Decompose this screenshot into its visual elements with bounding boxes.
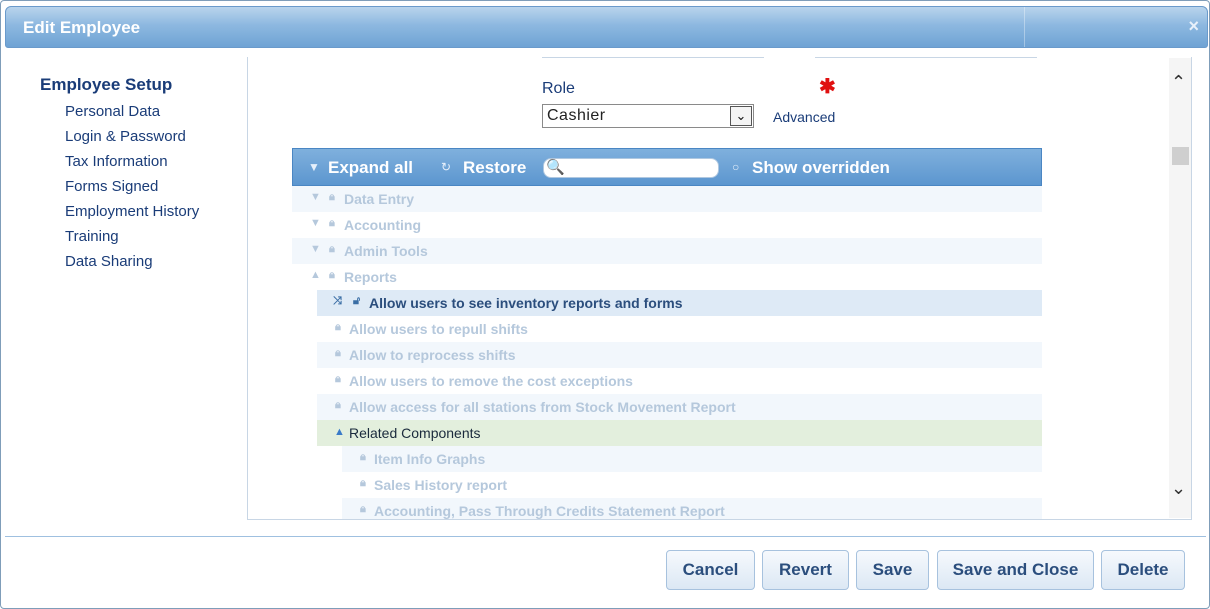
lock-icon: 🔒︎ <box>335 347 341 359</box>
tree-row-accounting-pass-through[interactable]: 🔒︎ Accounting, Pass Through Credits Stat… <box>342 498 1042 519</box>
radio-icon[interactable]: ○ <box>732 160 739 174</box>
tree-row-label: Allow access for all stations from Stock… <box>349 399 736 415</box>
nav-item-forms-signed[interactable]: Forms Signed <box>65 178 158 195</box>
scroll-up-chevron-icon[interactable]: ⌃ <box>1171 72 1186 93</box>
save-and-close-button[interactable]: Save and Close <box>937 550 1094 590</box>
scrollbar-thumb[interactable] <box>1172 147 1189 165</box>
shuffle-icon: ⤨ <box>333 295 342 307</box>
lock-icon: 🔒︎ <box>329 243 335 255</box>
restore-button[interactable]: Restore <box>463 158 526 178</box>
close-icon[interactable]: × <box>1188 16 1199 37</box>
tree-row-accounting[interactable]: ▼ 🔒︎ Accounting <box>292 212 1042 238</box>
permissions-tree: ▼ 🔒︎ Data Entry ▼ 🔒︎ Accounting ▼ 🔒︎ Adm… <box>292 186 1042 519</box>
dialog-title: Edit Employee <box>23 18 141 37</box>
revert-button[interactable]: Revert <box>762 550 849 590</box>
tree-row-item-info-graphs[interactable]: 🔒︎ Item Info Graphs <box>342 446 1042 472</box>
vertical-scrollbar[interactable]: ⌃ ⌄ <box>1169 58 1191 518</box>
nav-item-training[interactable]: Training <box>65 228 119 245</box>
tree-row-reprocess-shifts[interactable]: 🔒︎ Allow to reprocess shifts <box>317 342 1042 368</box>
field-underline <box>815 57 1037 58</box>
cancel-button[interactable]: Cancel <box>666 550 755 590</box>
role-select[interactable]: Cashier ⌄ <box>542 104 754 128</box>
lock-icon: 🔒︎ <box>329 217 335 229</box>
nav-item-personal-data[interactable]: Personal Data <box>65 103 160 120</box>
title-separator <box>1024 7 1025 47</box>
lock-icon: 🔒︎ <box>329 191 335 203</box>
save-button[interactable]: Save <box>856 550 929 590</box>
restore-icon: ↻ <box>441 160 452 174</box>
tree-row-repull-shifts[interactable]: 🔒︎ Allow users to repull shifts <box>317 316 1042 342</box>
tree-row-label: Data Entry <box>344 191 415 207</box>
nav-title: Employee Setup <box>40 75 173 94</box>
role-select-value: Cashier <box>547 107 606 124</box>
show-overridden-toggle[interactable]: Show overridden <box>752 158 890 178</box>
expand-triangle-icon[interactable]: ▼ <box>310 191 321 203</box>
tree-row-label: Item Info Graphs <box>374 451 486 467</box>
lock-icon: 🔒︎ <box>335 321 341 333</box>
collapse-triangle-icon[interactable]: ▲ <box>334 426 345 438</box>
field-underline <box>542 57 764 58</box>
lock-icon: 🔒︎ <box>360 451 366 463</box>
chevron-down-icon[interactable]: ⌄ <box>730 106 752 126</box>
lock-icon: 🔒︎ <box>360 503 366 515</box>
unlock-icon: 🔓︎ <box>353 295 361 307</box>
content-panel: Role ✱ Cashier ⌄ Advanced ▼ Expand all ↻… <box>247 57 1192 520</box>
nav-item-employment-history[interactable]: Employment History <box>65 203 199 220</box>
permissions-toolbar: ▼ Expand all ↻ Restore 🔍 ○ Show overridd… <box>292 148 1042 186</box>
edit-employee-dialog: Edit Employee × Employee Setup Personal … <box>0 0 1210 609</box>
nav-item-tax-information[interactable]: Tax Information <box>65 153 168 170</box>
role-label: Role <box>542 80 575 97</box>
tree-row-label: Accounting, Pass Through Credits Stateme… <box>374 503 725 519</box>
title-bar: Edit Employee × <box>5 6 1208 48</box>
tree-row-related-components[interactable]: ▲ Related Components <box>317 420 1042 446</box>
footer-divider <box>5 536 1206 537</box>
delete-button[interactable]: Delete <box>1101 550 1185 590</box>
tree-row-admin-tools[interactable]: ▼ 🔒︎ Admin Tools <box>292 238 1042 264</box>
tree-row-label: Reports <box>344 269 397 285</box>
tree-row-label: Related Components <box>349 425 481 441</box>
tree-row-label: Allow users to repull shifts <box>349 321 528 337</box>
lock-icon: 🔒︎ <box>329 269 335 281</box>
tree-row-reports[interactable]: ▲ 🔒︎ Reports <box>292 264 1042 290</box>
nav-item-data-sharing[interactable]: Data Sharing <box>65 253 153 270</box>
expand-triangle-icon[interactable]: ▼ <box>310 217 321 229</box>
lock-icon: 🔒︎ <box>360 477 366 489</box>
tree-row-label: Allow to reprocess shifts <box>349 347 516 363</box>
tree-row-label: Admin Tools <box>344 243 428 259</box>
lock-icon: 🔒︎ <box>335 399 341 411</box>
scroll-down-chevron-icon[interactable]: ⌄ <box>1171 478 1186 499</box>
tree-row-data-entry[interactable]: ▼ 🔒︎ Data Entry <box>292 186 1042 212</box>
tree-row-label: Sales History report <box>374 477 508 493</box>
tree-row-stock-movement[interactable]: 🔒︎ Allow access for all stations from St… <box>317 394 1042 420</box>
expand-triangle-icon: ▼ <box>308 160 320 174</box>
tree-row-label: Allow users to see inventory reports and… <box>369 295 683 311</box>
search-input[interactable]: 🔍 <box>543 158 719 178</box>
expand-triangle-icon[interactable]: ▼ <box>310 243 321 255</box>
tree-row-sales-history[interactable]: 🔒︎ Sales History report <box>342 472 1042 498</box>
nav-item-login-password[interactable]: Login & Password <box>65 128 186 145</box>
tree-row-label: Allow users to remove the cost exception… <box>349 373 633 389</box>
expand-all-button[interactable]: Expand all <box>328 158 413 178</box>
lock-icon: 🔒︎ <box>335 373 341 385</box>
tree-row-inventory-reports[interactable]: ⤨ 🔓︎ Allow users to see inventory report… <box>317 290 1042 316</box>
advanced-link[interactable]: Advanced <box>773 109 835 125</box>
collapse-triangle-icon[interactable]: ▲ <box>310 269 321 281</box>
tree-row-label: Accounting <box>344 217 421 233</box>
tree-row-cost-exceptions[interactable]: 🔒︎ Allow users to remove the cost except… <box>317 368 1042 394</box>
search-icon: 🔍 <box>546 159 565 176</box>
required-asterisk-icon: ✱ <box>819 76 836 98</box>
